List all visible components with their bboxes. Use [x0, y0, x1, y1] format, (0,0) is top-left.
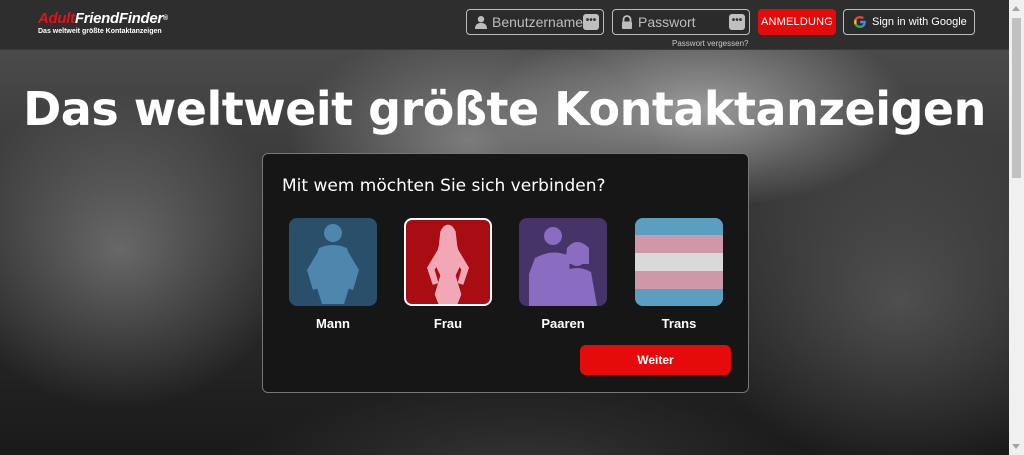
scroll-down-arrow-icon[interactable] — [1012, 444, 1020, 449]
man-silhouette-icon[interactable] — [289, 218, 377, 306]
lock-icon — [622, 15, 632, 29]
user-icon — [475, 16, 487, 29]
logo-tagline: Das weltweit größte Kontaktanzeigen — [38, 28, 162, 35]
password-field[interactable]: ••• — [612, 9, 750, 35]
option-paaren[interactable]: Paaren — [519, 218, 607, 331]
option-frau[interactable]: Frau — [404, 218, 492, 331]
option-label: Mann — [316, 316, 350, 331]
password-input[interactable] — [638, 12, 730, 32]
hero-title: Das weltweit größte Kontaktanzeigen — [23, 82, 986, 136]
option-label: Frau — [433, 316, 463, 331]
password-manager-icon[interactable]: ••• — [583, 14, 599, 30]
woman-silhouette-icon[interactable] — [404, 218, 492, 306]
option-label: Paaren — [541, 316, 585, 331]
next-button[interactable]: Weiter — [580, 345, 731, 375]
google-signin-label: Sign in with Google — [872, 16, 967, 28]
username-input[interactable] — [492, 12, 584, 32]
username-field[interactable]: ••• — [466, 9, 604, 35]
trans-flag-icon[interactable] — [635, 218, 723, 306]
forgot-password-link[interactable]: Passwort vergessen? — [672, 39, 748, 48]
google-icon — [854, 16, 866, 28]
gender-selector-card: Mit wem möchten Sie sich verbinden? Mann — [262, 153, 749, 393]
option-label: Trans — [661, 316, 697, 331]
page: AdultFriendFinder® Das weltweit größte K… — [0, 0, 1009, 455]
brand-logo[interactable]: AdultFriendFinder® Das weltweit größte K… — [38, 10, 168, 36]
scroll-thumb[interactable] — [1012, 18, 1021, 178]
selector-question: Mit wem möchten Sie sich verbinden? — [282, 176, 606, 196]
password-manager-icon[interactable]: ••• — [729, 14, 745, 30]
logo-wordmark: AdultFriendFinder® — [38, 10, 168, 27]
couple-silhouette-icon[interactable] — [519, 218, 607, 306]
top-bar: AdultFriendFinder® Das weltweit größte K… — [0, 0, 1009, 50]
login-button[interactable]: ANMELDUNG — [758, 9, 836, 35]
option-mann[interactable]: Mann — [289, 218, 377, 331]
option-trans[interactable]: Trans — [635, 218, 723, 331]
google-signin-button[interactable]: Sign in with Google — [843, 9, 975, 35]
vertical-scrollbar[interactable] — [1009, 0, 1024, 455]
scroll-up-arrow-icon[interactable] — [1012, 6, 1020, 11]
